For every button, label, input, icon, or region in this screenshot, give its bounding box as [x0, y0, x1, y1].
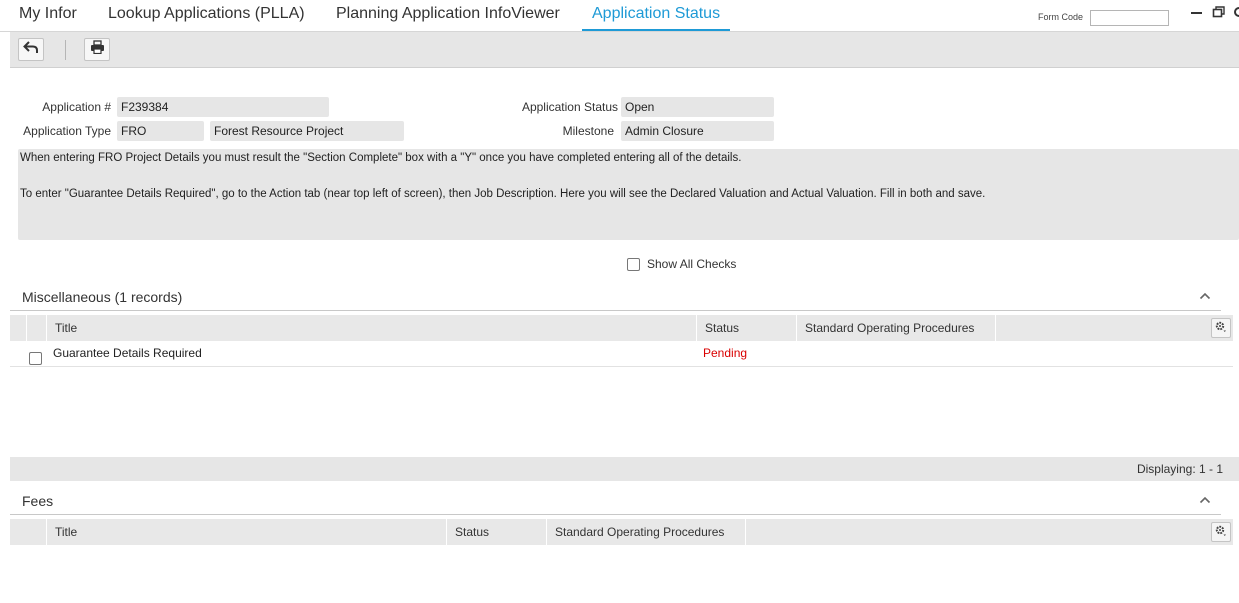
miscellaneous-grid-header: Title Status Standard Operating Procedur…	[10, 315, 1233, 341]
form-code-input[interactable]	[1090, 10, 1169, 26]
application-status-label: Application Status	[521, 100, 618, 114]
grid-gutter	[10, 519, 46, 545]
application-type-label: Application Type	[23, 124, 111, 138]
miscellaneous-section-title: Miscellaneous (1 records)	[22, 289, 183, 305]
miscellaneous-collapse-icon[interactable]	[1199, 289, 1211, 303]
tab-bar: My Infor Lookup Applications (PLLA) Plan…	[0, 0, 1239, 32]
miscellaneous-grid-footer: Displaying: 1 - 1	[10, 457, 1239, 481]
column-header-sop[interactable]: Standard Operating Procedures	[796, 315, 996, 341]
tab-my-infor[interactable]: My Infor	[19, 0, 77, 31]
back-arrow-icon	[23, 40, 39, 59]
instructions-line-1: When entering FRO Project Details you mu…	[20, 152, 742, 164]
grid-gutter	[10, 315, 26, 341]
fees-collapse-icon[interactable]	[1199, 493, 1211, 507]
miscellaneous-divider	[10, 310, 1221, 311]
fees-section-title: Fees	[22, 493, 54, 509]
application-number-label: Application #	[42, 100, 111, 114]
row-status-badge: Pending	[703, 346, 748, 360]
milestone-field: Admin Closure	[621, 121, 774, 141]
toolbar-divider	[65, 40, 66, 60]
printer-icon	[90, 40, 105, 59]
miscellaneous-grid-settings-button[interactable]	[1211, 318, 1231, 338]
application-number-field: F239384	[117, 97, 329, 117]
fees-divider	[10, 514, 1221, 515]
print-button[interactable]	[84, 38, 110, 61]
tab-application-status[interactable]: Application Status	[582, 0, 731, 31]
fees-grid-header: Title Status Standard Operating Procedur…	[10, 519, 1233, 545]
column-header-status[interactable]: Status	[696, 315, 796, 341]
fees-column-header-title[interactable]: Title	[46, 519, 446, 545]
fees-grid-settings-button[interactable]	[1211, 522, 1231, 542]
row-checkbox[interactable]	[29, 347, 42, 366]
gear-icon	[1215, 525, 1227, 540]
fees-column-header-status[interactable]: Status	[446, 519, 546, 545]
settings-icon[interactable]	[1232, 5, 1239, 23]
show-all-checks-label: Show All Checks	[647, 257, 737, 271]
row-title: Guarantee Details Required	[53, 346, 202, 360]
fees-column-header-sop[interactable]: Standard Operating Procedures	[546, 519, 746, 545]
toolbar	[10, 32, 1239, 68]
grid-select-column	[26, 315, 46, 341]
instructions-line-2: To enter "Guarantee Details Required", g…	[20, 188, 986, 200]
milestone-label: Milestone	[562, 124, 614, 138]
tab-lookup-applications[interactable]: Lookup Applications (PLLA)	[108, 0, 305, 31]
form-code-label: Form Code	[1038, 12, 1084, 22]
gear-icon	[1215, 321, 1227, 336]
column-header-title[interactable]: Title	[46, 315, 696, 341]
table-row[interactable]: Guarantee Details Required Pending	[10, 342, 1233, 367]
record-count: Displaying: 1 - 1	[1136, 462, 1223, 476]
application-status-field: Open	[621, 97, 774, 117]
restore-icon[interactable]	[1212, 5, 1226, 23]
show-all-checks[interactable]: Show All Checks	[627, 257, 736, 271]
back-button[interactable]	[18, 38, 44, 61]
minimize-icon[interactable]	[1190, 5, 1204, 23]
application-type-code-field: FRO	[117, 121, 204, 141]
instructions-panel: When entering FRO Project Details you mu…	[18, 149, 1239, 240]
show-all-checks-checkbox[interactable]	[627, 257, 640, 271]
tab-planning-application-infoviewer[interactable]: Planning Application InfoViewer	[336, 0, 560, 31]
application-type-description-field: Forest Resource Project	[210, 121, 404, 141]
